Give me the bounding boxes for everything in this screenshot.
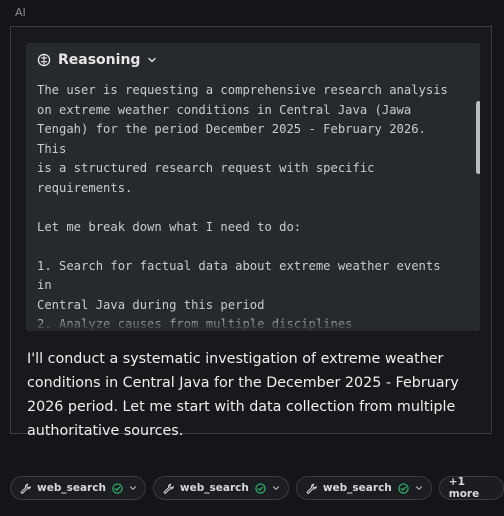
tool-call-chip[interactable]: web_search [295,476,432,500]
assistant-message: Reasoning The user is requesting a compr… [10,26,492,439]
wrench-icon [163,483,174,494]
tool-calls-row: web_search web_search web_search +1 more [10,476,504,500]
tool-call-label: web_search [37,482,106,494]
chevron-down-icon [272,486,279,490]
reasoning-fade [26,317,480,331]
brain-icon [37,53,51,67]
wrench-icon [20,483,31,494]
reasoning-scrollbar[interactable] [476,101,480,174]
chevron-down-icon [415,486,422,490]
check-circle-icon [255,482,266,494]
reasoning-toggle[interactable]: Reasoning [37,52,157,68]
wrench-icon [306,483,317,494]
tool-call-label: web_search [179,482,249,494]
tool-call-label: web_search [322,482,392,494]
reasoning-panel: Reasoning The user is requesting a compr… [26,43,480,331]
tool-call-chip[interactable]: web_search [10,476,146,500]
more-tool-calls-button[interactable]: +1 more [438,476,504,500]
check-circle-icon [398,482,409,494]
check-circle-icon [112,482,123,494]
tool-call-chip[interactable]: web_search [152,476,289,500]
chevron-down-icon [148,57,157,63]
chevron-down-icon [129,486,136,490]
speaker-label: AI [15,6,26,19]
message-text: I'll conduct a systematic investigation … [27,351,459,439]
reasoning-title: Reasoning [58,52,141,68]
reasoning-text: The user is requesting a comprehensive r… [37,83,448,331]
